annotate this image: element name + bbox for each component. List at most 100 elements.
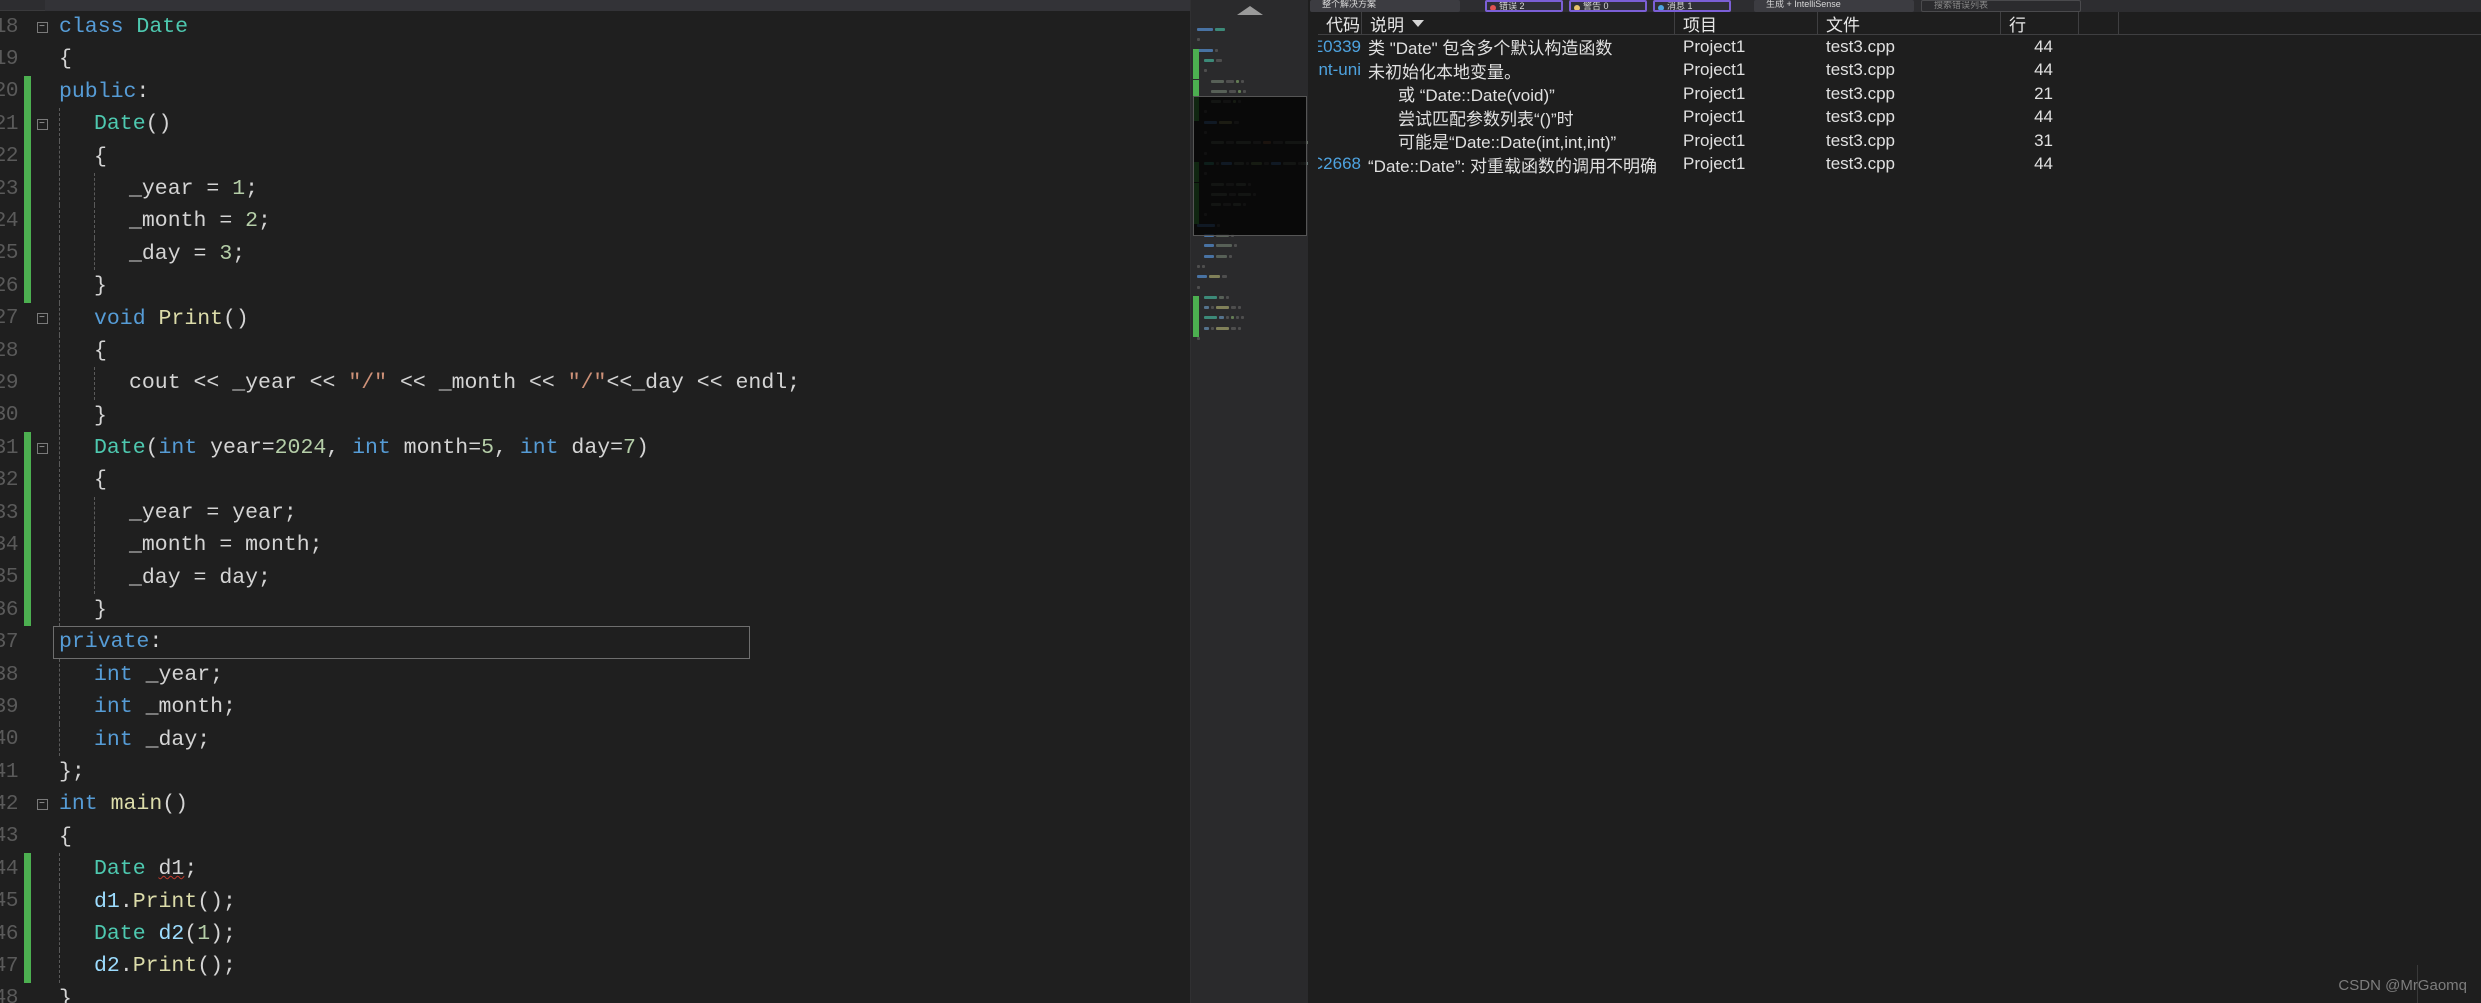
code-line-text[interactable]: int main()	[53, 788, 1190, 820]
code-line[interactable]: 27−void Print()	[0, 302, 1190, 335]
error-list-search-input[interactable]: 搜索错误列表	[1921, 0, 2081, 12]
minimap-viewport-slider[interactable]	[1193, 96, 1307, 236]
code-line[interactable]: 31 −Date(int year=2024, int month=5, int …	[0, 432, 1190, 465]
sort-descending-caret-icon[interactable]	[1412, 19, 1424, 27]
code-line[interactable]: 36}	[0, 594, 1190, 627]
fold-gutter[interactable]	[31, 756, 53, 788]
code-line-text[interactable]: {	[53, 821, 1190, 853]
fold-gutter[interactable]: −	[31, 432, 53, 464]
code-line-text[interactable]: cout << _year << "/" << _month << "/"<<_…	[53, 367, 1190, 400]
warnings-filter-button[interactable]: 警告 0	[1569, 0, 1647, 12]
code-line-text[interactable]: class Date	[53, 11, 1190, 43]
code-line[interactable]: 35 _day = day;	[0, 561, 1190, 595]
code-line-text[interactable]: Date()	[53, 108, 1190, 141]
code-line[interactable]: 23 _year = 1;	[0, 172, 1190, 206]
code-line-text[interactable]: }	[53, 594, 1190, 627]
code-line[interactable]: 34 _month = month;	[0, 529, 1190, 562]
table-row[interactable]: 或 “Date::Date(void)” Project1 test3.cpp 21	[1318, 82, 2481, 106]
code-line[interactable]: 24 _month = 2;	[0, 205, 1190, 238]
code-line[interactable]: 20 public:	[0, 75, 1190, 109]
code-line[interactable]: 46 Date d2(1);	[0, 917, 1190, 951]
code-line-text[interactable]: Date d2(1);	[53, 917, 1190, 951]
code-line-text[interactable]: Date d1;	[53, 853, 1190, 886]
code-line-text[interactable]: int _year;	[53, 658, 1190, 692]
editor-tab-active[interactable]	[45, 0, 1190, 11]
code-line[interactable]: 19 {	[0, 43, 1190, 75]
code-line-text[interactable]: _day = 3;	[53, 237, 1190, 271]
code-line-text[interactable]: }	[53, 399, 1190, 433]
code-line[interactable]: 21−Date()	[0, 108, 1190, 141]
code-line-text[interactable]: Date(int year=2024, int month=5, int day…	[53, 432, 1190, 465]
code-line[interactable]: 29cout << _year << "/" << _month << "/"<…	[0, 367, 1190, 400]
code-line-text[interactable]: {	[53, 43, 1190, 75]
code-line[interactable]: 48}	[0, 983, 1190, 1003]
code-line-text[interactable]: };	[53, 756, 1190, 788]
fold-gutter[interactable]	[31, 76, 53, 108]
collapse-minus-icon[interactable]: −	[36, 442, 48, 454]
code-line[interactable]: 25 _day = 3;	[0, 237, 1190, 271]
fold-gutter[interactable]	[31, 594, 53, 626]
fold-gutter[interactable]	[31, 529, 53, 561]
fold-gutter[interactable]	[31, 464, 53, 496]
fold-gutter[interactable]	[31, 886, 53, 918]
column-header-description[interactable]: 说明	[1362, 11, 1675, 35]
code-line-text[interactable]: private:	[53, 626, 1190, 659]
editor-tab-strip-clipped[interactable]	[0, 0, 1190, 11]
code-line-text[interactable]: {	[53, 334, 1190, 368]
code-line-text[interactable]: {	[53, 140, 1190, 173]
fold-gutter[interactable]: −	[31, 11, 53, 43]
code-line[interactable]: 30}	[0, 399, 1190, 433]
fold-gutter[interactable]: −	[31, 788, 53, 820]
fold-gutter[interactable]	[31, 205, 53, 237]
code-line-text[interactable]: int _day;	[53, 723, 1190, 756]
fold-gutter[interactable]	[31, 918, 53, 950]
code-line-text[interactable]: _year = 1;	[53, 172, 1190, 206]
fold-gutter[interactable]	[31, 43, 53, 75]
code-line-text[interactable]: }	[53, 270, 1190, 303]
collapse-minus-icon[interactable]: −	[36, 313, 48, 325]
table-row[interactable]: 可能是“Date::Date(int,int,int)” Project1 test…	[1318, 129, 2481, 153]
fold-gutter[interactable]	[31, 400, 53, 432]
code-line[interactable]: 44 Date d1;	[0, 853, 1190, 886]
column-header-line[interactable]: 行	[2001, 11, 2079, 35]
fold-gutter[interactable]	[31, 497, 53, 529]
fold-gutter[interactable]	[31, 238, 53, 270]
code-line-text[interactable]: d1.Print();	[53, 885, 1190, 918]
fold-gutter[interactable]	[31, 950, 53, 982]
column-header-file[interactable]: 文件	[1818, 11, 2001, 35]
code-line[interactable]: 38 int _year;	[0, 658, 1190, 692]
code-line[interactable]: 22 {	[0, 140, 1190, 173]
errors-filter-button[interactable]: 错误 2	[1485, 0, 1563, 12]
fold-gutter[interactable]	[31, 821, 53, 853]
code-line[interactable]: 45 d1.Print();	[0, 885, 1190, 918]
fold-gutter[interactable]: −	[31, 303, 53, 335]
fold-gutter[interactable]	[31, 626, 53, 658]
minimap-scroll-up-icon[interactable]	[1236, 6, 1263, 15]
code-line[interactable]: 42 −int main()	[0, 788, 1190, 820]
code-line-text[interactable]: }	[53, 983, 1190, 1003]
fold-gutter[interactable]	[31, 141, 53, 173]
code-line-text[interactable]: public:	[53, 76, 1190, 108]
fold-gutter[interactable]: −	[31, 108, 53, 140]
code-line-text[interactable]: _month = month;	[53, 529, 1190, 562]
code-line[interactable]: 32 {	[0, 464, 1190, 497]
fold-gutter[interactable]	[31, 562, 53, 594]
fold-gutter[interactable]	[31, 270, 53, 302]
code-line-text[interactable]: void Print()	[53, 302, 1190, 335]
code-line[interactable]: 40 int _day;	[0, 723, 1190, 756]
table-row[interactable]: C2668 “Date::Date”: 对重载函数的调用不明确 Project1 te…	[1318, 153, 2481, 177]
collapse-minus-icon[interactable]: −	[36, 799, 48, 811]
column-header-project[interactable]: 项目	[1675, 11, 1818, 35]
collapse-minus-icon[interactable]: −	[36, 21, 48, 33]
code-line-text[interactable]: d2.Print();	[53, 950, 1190, 983]
code-line-text[interactable]: _year = year;	[53, 496, 1190, 530]
code-line-text[interactable]: {	[53, 464, 1190, 497]
code-line[interactable]: 33 _year = year;	[0, 496, 1190, 530]
fold-gutter[interactable]	[31, 367, 53, 399]
code-line[interactable]: 43 {	[0, 821, 1190, 853]
fold-gutter[interactable]	[31, 173, 53, 205]
table-row[interactable]: 尝试匹配参数列表“()”时 Project1 test3.cpp 44	[1318, 106, 2481, 130]
collapse-minus-icon[interactable]: −	[36, 118, 48, 130]
column-header-code[interactable]: 代码	[1318, 11, 1362, 35]
table-row[interactable]: Int-uni 未初始化本地变量。 Project1 test3.cpp 44	[1318, 59, 2481, 83]
